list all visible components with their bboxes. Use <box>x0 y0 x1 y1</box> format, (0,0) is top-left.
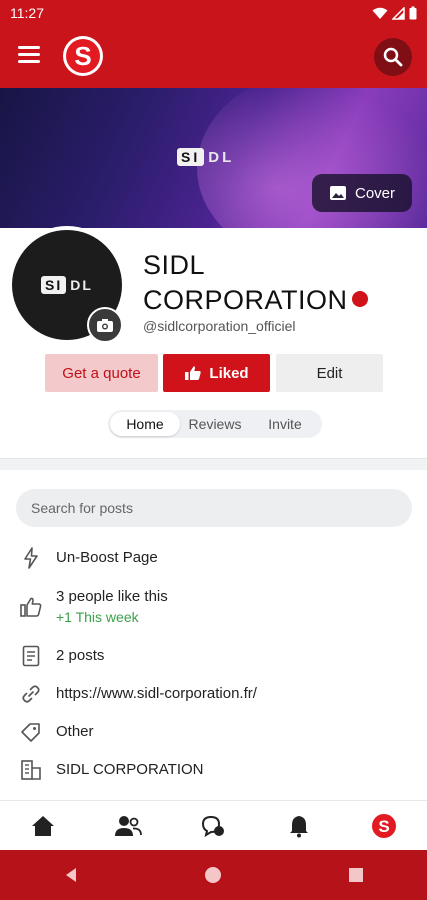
search-button[interactable] <box>374 38 412 76</box>
bell-icon <box>289 815 308 837</box>
website-link[interactable]: https://www.sidl-corporation.fr/ <box>56 681 257 704</box>
get-quote-button[interactable]: Get a quote <box>45 354 158 392</box>
chat-icon <box>202 815 225 837</box>
change-avatar-button[interactable] <box>87 307 123 343</box>
thumbs-up-icon <box>185 366 202 380</box>
avatar-logo-tail: DL <box>70 277 93 293</box>
tab-home[interactable]: Home <box>110 412 180 436</box>
page-title: SIDL CORPORATION <box>143 248 413 318</box>
tab-reviews[interactable]: Reviews <box>180 412 250 436</box>
nav-notifications[interactable] <box>279 806 319 846</box>
back-icon[interactable] <box>62 866 80 884</box>
recents-icon[interactable] <box>347 866 365 884</box>
list-item-likes: 3 people like this +1 This week <box>18 584 168 627</box>
hamburger-menu-icon[interactable] <box>18 46 40 68</box>
signal-icon <box>392 6 405 20</box>
nav-messages[interactable] <box>193 806 233 846</box>
search-icon <box>383 47 403 67</box>
list-item-company: SIDL CORPORATION <box>18 757 204 783</box>
edit-button[interactable]: Edit <box>276 354 383 392</box>
posts-count: 2 posts <box>56 647 105 664</box>
search-posts-placeholder: Search for posts <box>31 500 133 516</box>
tag-icon <box>18 719 44 745</box>
app-logo[interactable]: S <box>63 36 103 76</box>
list-item-boost[interactable]: Un-Boost Page <box>18 545 158 571</box>
liked-label: Liked <box>209 364 249 382</box>
app-bar: S <box>0 26 427 88</box>
liked-button[interactable]: Liked <box>163 354 270 392</box>
document-icon <box>18 643 44 669</box>
tab-invite[interactable]: Invite <box>250 412 320 436</box>
cover-button-label: Cover <box>354 184 395 202</box>
likes-count: 3 people like this <box>56 588 168 605</box>
image-icon <box>329 186 346 200</box>
status-icons <box>372 6 417 20</box>
nav-home[interactable] <box>23 806 63 846</box>
cover-logo: SI DL <box>177 148 234 166</box>
section-divider <box>0 458 427 470</box>
app-logo-letter: S <box>74 40 92 71</box>
page-tabs: Home Reviews Invite <box>108 410 322 438</box>
list-item-website[interactable]: https://www.sidl-corporation.fr/ <box>18 681 257 707</box>
cover-logo-box: SI <box>177 148 205 166</box>
nav-friends[interactable] <box>108 806 148 846</box>
likes-week-delta: +1 This week <box>56 609 139 625</box>
page-name-text: SIDL CORPORATION <box>143 250 348 315</box>
brand-logo-icon: S <box>372 813 397 838</box>
edit-cover-button[interactable]: Cover <box>312 174 412 212</box>
building-icon <box>18 757 44 783</box>
wifi-icon <box>372 7 388 19</box>
link-icon <box>18 681 44 707</box>
camera-icon <box>97 318 113 332</box>
edit-label: Edit <box>316 364 343 382</box>
company-name: SIDL CORPORATION <box>56 761 204 778</box>
list-item-category: Other <box>18 719 94 745</box>
boost-label: Un-Boost Page <box>56 549 158 566</box>
verified-badge-icon <box>351 290 368 313</box>
bottom-navigation: S <box>0 800 427 850</box>
avatar-logo-box: SI <box>41 276 67 294</box>
cover-logo-tail: DL <box>208 148 235 166</box>
thumbs-up-outline-icon <box>18 594 44 620</box>
home-circle-icon[interactable] <box>204 866 222 884</box>
list-item-posts[interactable]: 2 posts <box>18 643 104 669</box>
system-navigation-bar <box>0 850 427 900</box>
people-icon <box>115 815 142 836</box>
battery-icon <box>409 6 417 20</box>
lightning-icon <box>18 545 44 571</box>
cover-image: SI DL Cover <box>0 88 427 228</box>
get-quote-label: Get a quote <box>62 364 141 382</box>
status-time: 11:27 <box>10 5 44 21</box>
category-label: Other <box>56 723 94 740</box>
svg-text:S: S <box>379 817 390 836</box>
nav-profile[interactable]: S <box>364 806 404 846</box>
status-bar: 11:27 <box>0 0 427 26</box>
page-handle: @sidlcorporation_officiel <box>143 318 296 334</box>
search-posts-input[interactable]: Search for posts <box>16 489 412 527</box>
home-icon <box>31 815 54 836</box>
